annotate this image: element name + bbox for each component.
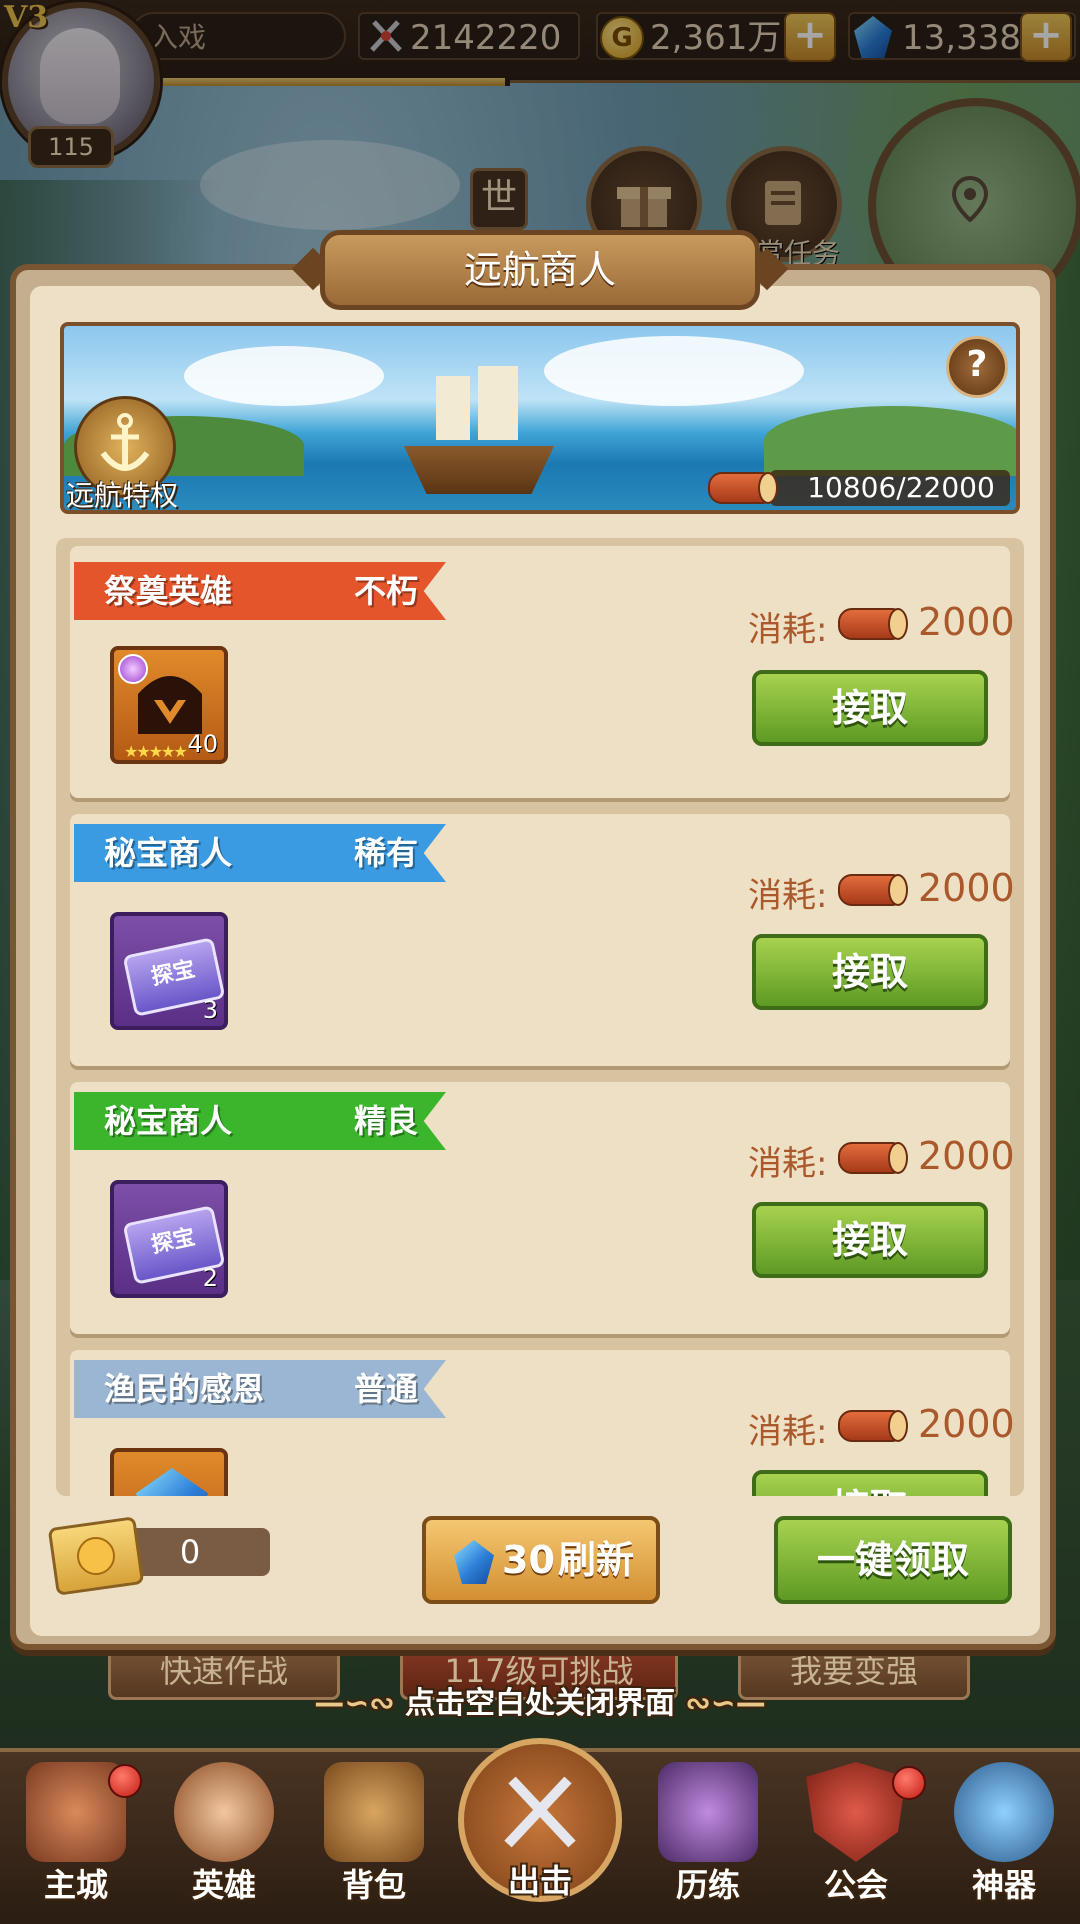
ship-hull <box>404 446 554 494</box>
refresh-label: 刷新 <box>558 1538 635 1582</box>
voyage-scroll-icon <box>838 1142 908 1174</box>
accept-task-button[interactable]: 接取 <box>752 670 988 746</box>
element-orb-icon <box>118 654 148 684</box>
ship-sail <box>478 366 518 440</box>
item-count: 2 <box>202 1264 218 1292</box>
cost-label: 消耗: <box>748 1144 828 1184</box>
nav-label: 公会 <box>823 1866 888 1904</box>
collect-all-button[interactable]: 一键领取 <box>774 1516 1012 1604</box>
nav-label: 背包 <box>341 1866 406 1904</box>
reward-item[interactable]: ★★★★★ 40 <box>110 646 228 764</box>
cost-label: 消耗: <box>748 1412 828 1452</box>
item-count: 3 <box>202 996 218 1024</box>
task-rarity: 不朽 <box>354 572 419 610</box>
close-hint-text: 点击空白处关闭界面 <box>405 1686 675 1721</box>
task-card: 渔民的感恩 普通 消耗: 2000 接取 <box>70 1350 1015 1496</box>
cost-label: 消耗: <box>748 876 828 916</box>
task-name: 秘宝商人 <box>104 1102 233 1140</box>
gem-icon <box>136 1468 208 1496</box>
banner-cloud <box>544 336 804 406</box>
gem-icon <box>454 1540 494 1584</box>
nav-label: 主城 <box>43 1866 108 1904</box>
task-list[interactable]: 祭奠英雄 不朽 消耗: 2000 接取 ★★★★★ 40 秘宝商人 稀有 消耗:… <box>56 538 1024 1496</box>
task-card: 祭奠英雄 不朽 消耗: 2000 接取 ★★★★★ 40 <box>70 546 1015 798</box>
refresh-cost: 30 <box>502 1538 555 1582</box>
voyage-ticket-icon <box>47 1516 145 1596</box>
task-rarity: 稀有 <box>354 834 419 872</box>
refresh-button[interactable]: 30 刷新 <box>422 1516 660 1604</box>
task-card: 秘宝商人 稀有 消耗: 2000 接取 探宝 3 <box>70 814 1015 1066</box>
nav-training[interactable]: 历练 <box>648 1752 768 1912</box>
task-ribbon: 秘宝商人 精良 <box>74 1092 446 1150</box>
reward-item[interactable] <box>110 1448 228 1496</box>
help-button[interactable]: ? <box>946 336 1008 398</box>
nav-heroes[interactable]: 英雄 <box>164 1752 284 1912</box>
hint-ornament-right: ∾∽— <box>675 1686 766 1721</box>
voyage-progress-text: 10806/22000 <box>807 471 995 504</box>
task-rarity: 普通 <box>354 1370 419 1408</box>
reward-item[interactable]: 探宝 2 <box>110 1180 228 1298</box>
hint-ornament-left: —∽∾ <box>314 1686 405 1721</box>
accept-task-button[interactable]: 接取 <box>752 1202 988 1278</box>
task-card: 秘宝商人 精良 消耗: 2000 接取 探宝 2 <box>70 1082 1015 1334</box>
star-rating-icon: ★★★★★ <box>124 742 188 761</box>
nav-label: 神器 <box>971 1866 1036 1904</box>
cost-value: 2000 <box>918 1402 1015 1446</box>
guild-shield-icon <box>806 1762 906 1862</box>
task-ribbon: 渔民的感恩 普通 <box>74 1360 446 1418</box>
close-hint[interactable]: —∽∾ 点击空白处关闭界面 ∾∽— <box>0 1678 1080 1722</box>
dialog-title: 远航商人 <box>320 230 760 310</box>
nav-backpack[interactable]: 背包 <box>314 1752 434 1912</box>
anchor-icon <box>100 413 150 471</box>
voyage-scroll-icon <box>708 472 778 504</box>
artifact-crystal-icon <box>954 1762 1054 1862</box>
nav-artifact[interactable]: 神器 <box>944 1752 1064 1912</box>
task-rarity: 精良 <box>354 1102 419 1140</box>
notification-dot <box>892 1766 926 1800</box>
task-ribbon: 祭奠英雄 不朽 <box>74 562 446 620</box>
accept-task-button[interactable]: 接取 <box>752 1470 988 1496</box>
banner-cloud <box>184 346 384 406</box>
accept-task-button[interactable]: 接取 <box>752 934 988 1010</box>
ship-sail <box>436 376 470 440</box>
crossed-swords-icon <box>504 1776 576 1848</box>
backpack-icon <box>324 1762 424 1862</box>
cost-value: 2000 <box>918 1134 1015 1178</box>
nav-label: 英雄 <box>191 1866 256 1904</box>
item-level: 40 <box>187 730 218 758</box>
voyage-scroll-icon <box>838 1410 908 1442</box>
voyage-scroll-icon <box>838 874 908 906</box>
voyage-privilege-label: 远航特权 <box>66 479 179 512</box>
banner-island <box>764 406 1016 476</box>
task-name: 秘宝商人 <box>104 834 233 872</box>
nav-label: 历练 <box>675 1866 740 1904</box>
notification-dot <box>108 1764 142 1798</box>
cost-label: 消耗: <box>748 610 828 650</box>
reward-item[interactable]: 探宝 3 <box>110 912 228 1030</box>
nav-label: 出击 <box>507 1862 572 1900</box>
task-name: 渔民的感恩 <box>104 1370 265 1408</box>
cost-value: 2000 <box>918 866 1015 910</box>
cost-value: 2000 <box>918 600 1015 644</box>
voyage-scroll-icon <box>838 608 908 640</box>
ticket-emblem-icon <box>74 1534 118 1578</box>
task-ribbon: 秘宝商人 稀有 <box>74 824 446 882</box>
hero-portrait-icon <box>174 1762 274 1862</box>
task-name: 祭奠英雄 <box>104 572 233 610</box>
nav-attack-button[interactable]: 出击 <box>458 1738 622 1902</box>
portal-icon <box>658 1762 758 1862</box>
